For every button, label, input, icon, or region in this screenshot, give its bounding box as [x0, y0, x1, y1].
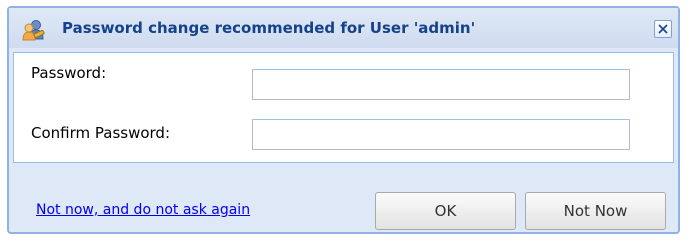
form-panel: Password: Confirm Password: — [13, 52, 674, 163]
dialog-title: Password change recommended for User 'ad… — [62, 19, 476, 37]
close-icon — [658, 24, 668, 34]
users-key-icon — [21, 19, 47, 41]
ok-button[interactable]: OK — [375, 192, 516, 230]
password-change-dialog: Password change recommended for User 'ad… — [7, 6, 680, 234]
not-now-button[interactable]: Not Now — [525, 192, 666, 230]
password-input[interactable] — [252, 69, 630, 100]
dialog-titlebar[interactable]: Password change recommended for User 'ad… — [9, 8, 678, 48]
password-label: Password: — [31, 64, 107, 82]
close-button[interactable] — [654, 20, 672, 38]
confirm-password-input[interactable] — [252, 119, 630, 150]
confirm-password-label: Confirm Password: — [31, 124, 171, 142]
dont-ask-again-link[interactable]: Not now, and do not ask again — [36, 202, 250, 218]
footer-divider — [9, 171, 678, 172]
